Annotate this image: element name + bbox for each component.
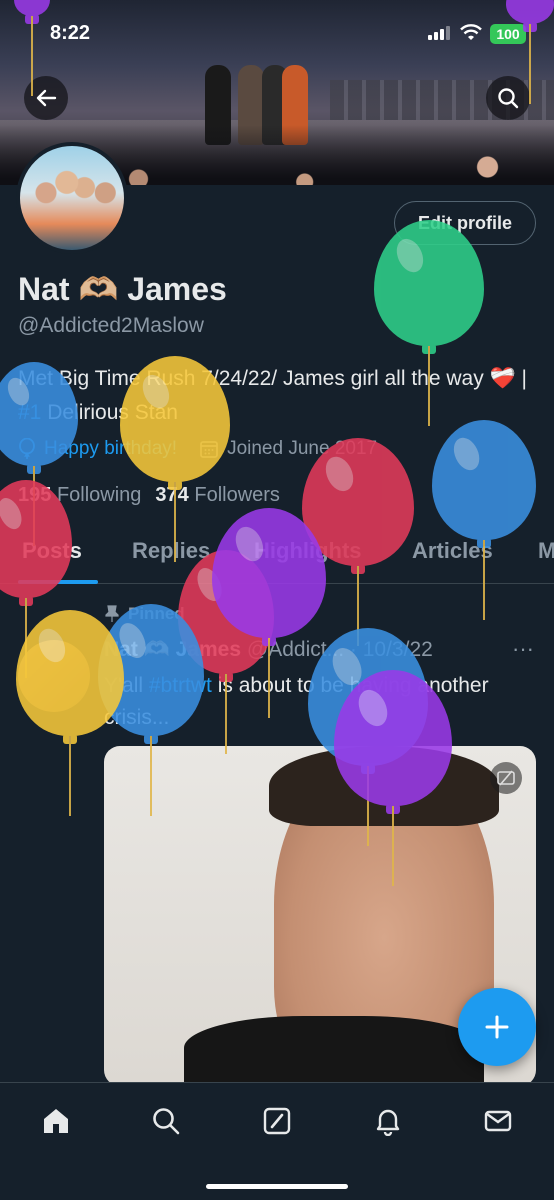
- calendar-icon: [200, 441, 218, 458]
- status-time: 8:22: [50, 22, 91, 44]
- compose-post-button[interactable]: [458, 988, 536, 1066]
- joined-item: Joined June 2017: [199, 438, 377, 460]
- captions-off-icon: [497, 770, 515, 786]
- nav-home[interactable]: [36, 1101, 76, 1141]
- post-text: Y'all #btrtwt is about to be having anot…: [104, 670, 524, 734]
- pinned-text: Pinned: [128, 604, 185, 623]
- bio-heart: ❤️‍🩹: [489, 367, 516, 390]
- status-bar: 8:22 100: [0, 22, 554, 50]
- birthday-item: Happy birthday!: [18, 438, 177, 460]
- nav-notifications[interactable]: [368, 1101, 408, 1141]
- following-label: Following: [56, 484, 142, 506]
- envelope-icon: [484, 1110, 512, 1132]
- search-icon: [153, 1108, 180, 1135]
- follow-counts: 195 Following 374 Followers: [18, 484, 280, 507]
- video-hair: [269, 746, 499, 826]
- nav-grok[interactable]: [257, 1101, 297, 1141]
- post-text-pre: Y'all: [104, 674, 149, 697]
- nav-messages[interactable]: [478, 1101, 518, 1141]
- signal-icon: [428, 26, 450, 40]
- grok-icon: [263, 1107, 291, 1135]
- tab-articles[interactable]: Articles: [412, 538, 493, 564]
- profile-name: Nat 🫶🏼 James: [18, 271, 227, 307]
- followers-link[interactable]: 374 Followers: [155, 484, 280, 507]
- tab-posts[interactable]: Posts: [22, 538, 82, 564]
- battery-indicator: 100: [490, 24, 526, 44]
- home-icon: [44, 1109, 68, 1133]
- post-author[interactable]: Nat 🫶🏼 James: [104, 638, 241, 661]
- joined-text: Joined June 2017: [227, 438, 378, 459]
- pin-icon: [105, 605, 119, 622]
- active-tab-indicator: [18, 580, 98, 584]
- profile-handle: @Addicted2Maslow: [18, 314, 204, 337]
- following-count: 195: [18, 484, 52, 506]
- profile-tabs: Posts Replies Highlights Articles M: [0, 522, 554, 584]
- post-more-button[interactable]: ···: [512, 636, 534, 662]
- balloon-icon: [19, 438, 35, 459]
- wifi-icon: [460, 24, 482, 40]
- plus-icon: [485, 1015, 509, 1039]
- nav-search[interactable]: [146, 1101, 186, 1141]
- profile-bio: Met Big Time Rush 7/24/22/ James girl al…: [18, 362, 538, 430]
- following-link[interactable]: 195 Following: [18, 484, 141, 507]
- post-handle-date: @Addict... · 10/3/22: [246, 638, 433, 661]
- captions-off-button[interactable]: [490, 762, 522, 794]
- post-avatar[interactable]: [18, 640, 90, 712]
- bell-icon: [376, 1109, 400, 1136]
- tab-replies[interactable]: Replies: [132, 538, 210, 564]
- bio-separator: |: [515, 367, 527, 390]
- search-button[interactable]: [486, 76, 530, 120]
- bio-text: Met Big Time Rush 7/24/22/ James girl al…: [18, 367, 490, 390]
- video-shirt: [184, 1016, 484, 1086]
- profile-avatar[interactable]: [16, 142, 128, 254]
- tab-highlights[interactable]: Highlights: [254, 538, 362, 564]
- edit-profile-button[interactable]: Edit profile: [394, 201, 536, 245]
- arrow-left-icon: [36, 89, 57, 107]
- followers-count: 374: [155, 484, 189, 506]
- post-hashtag[interactable]: #btrtwt: [149, 674, 212, 697]
- home-indicator: [206, 1184, 348, 1189]
- profile-meta: Happy birthday! Joined June 2017: [18, 438, 377, 460]
- followers-label: Followers: [194, 484, 280, 506]
- pinned-label: Pinned: [104, 604, 185, 624]
- back-button[interactable]: [24, 76, 68, 120]
- bio-hashtag-link[interactable]: #1: [18, 401, 41, 424]
- birthday-text[interactable]: Happy birthday!: [44, 438, 177, 460]
- post-header: Nat 🫶🏼 James @Addict... · 10/3/22: [104, 638, 433, 662]
- bottom-nav: [0, 1082, 554, 1200]
- bio-text-end: Delirious Stan: [41, 401, 178, 424]
- search-icon: [498, 88, 519, 109]
- tab-more[interactable]: M: [538, 538, 554, 564]
